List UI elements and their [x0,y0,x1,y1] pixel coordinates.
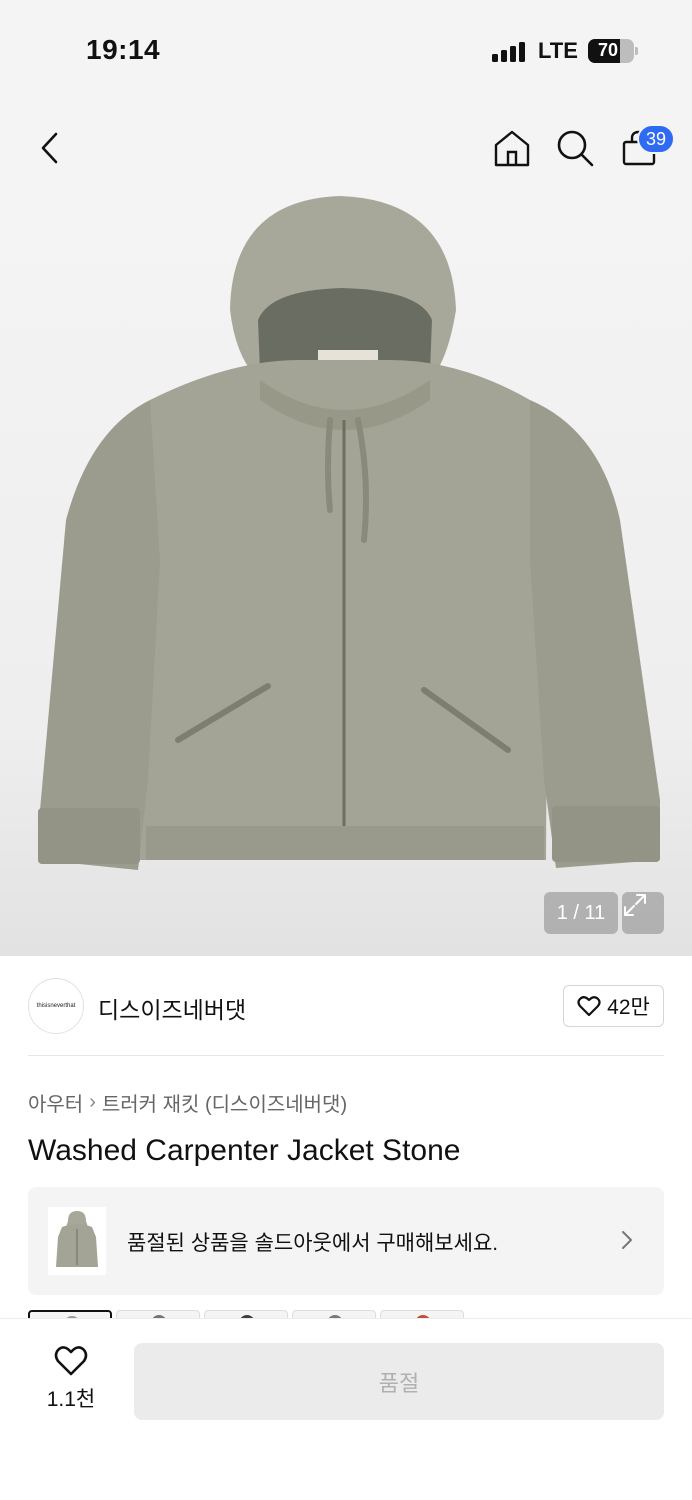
color-swatch[interactable] [380,1310,464,1318]
heart-icon [54,1346,88,1376]
product-image [38,196,660,870]
brand-row[interactable]: thisisneverthat 디스이즈네버댓 42만 [0,956,692,1056]
search-button[interactable] [553,126,597,170]
product-image-carousel[interactable]: 1 / 11 [0,196,692,956]
product-title: Washed Carpenter Jacket Stone [28,1134,461,1167]
network-type: LTE [538,38,578,63]
wishlist-button[interactable]: 1.1천 [40,1345,102,1415]
color-swatch[interactable] [28,1310,112,1318]
expand-icon [624,894,646,916]
chevron-right-icon [620,1229,634,1256]
soldout-banner[interactable]: 품절된 상품을 솔드아웃에서 구매해보세요. [28,1187,664,1295]
divider [28,1055,664,1056]
image-counter: 1 / 11 [544,892,618,934]
soldout-banner-text: 품절된 상품을 솔드아웃에서 구매해보세요. [127,1232,499,1255]
home-icon [494,130,530,167]
color-swatch-list [28,1310,668,1318]
search-icon [557,130,594,167]
expand-image-button[interactable] [622,892,664,934]
battery-level: 70 [597,40,619,60]
brand-logo-text: thisisneverthat [36,1003,76,1009]
status-bar: 19:14 LTE 70 [0,0,692,100]
brand-like-button[interactable]: 42만 [563,985,664,1027]
brand-logo[interactable]: thisisneverthat [28,978,84,1034]
color-swatch[interactable] [116,1310,200,1318]
signal-icon [492,42,530,62]
soldout-button[interactable]: 품절 [134,1343,664,1420]
top-nav-bar [0,100,692,196]
bottom-action-bar: 1.1천 품절 [0,1318,692,1500]
wishlist-count: 1.1천 [46,1388,96,1411]
breadcrumb-subcategory[interactable]: 트러커 재킷 (디스이즈네버댓) [102,1088,347,1117]
breadcrumb-category[interactable]: 아우터 [28,1088,83,1117]
heart-icon [577,996,601,1017]
soldout-thumbnail [48,1207,106,1275]
brand-like-count: 42만 [607,996,650,1019]
status-time: 19:14 [86,34,161,65]
home-button[interactable] [490,126,534,170]
battery-icon: 70 [588,39,634,63]
color-swatch[interactable] [204,1310,288,1318]
cart-count-badge: 39 [637,124,675,154]
breadcrumb-separator: › [89,1091,96,1113]
back-button[interactable] [28,126,72,170]
battery-tip [635,47,638,55]
breadcrumb: 아우터 › 트러커 재킷 (디스이즈네버댓) [28,1088,347,1117]
brand-name[interactable]: 디스이즈네버댓 [98,991,246,1025]
color-swatch[interactable] [292,1310,376,1318]
chevron-left-icon [41,132,58,164]
